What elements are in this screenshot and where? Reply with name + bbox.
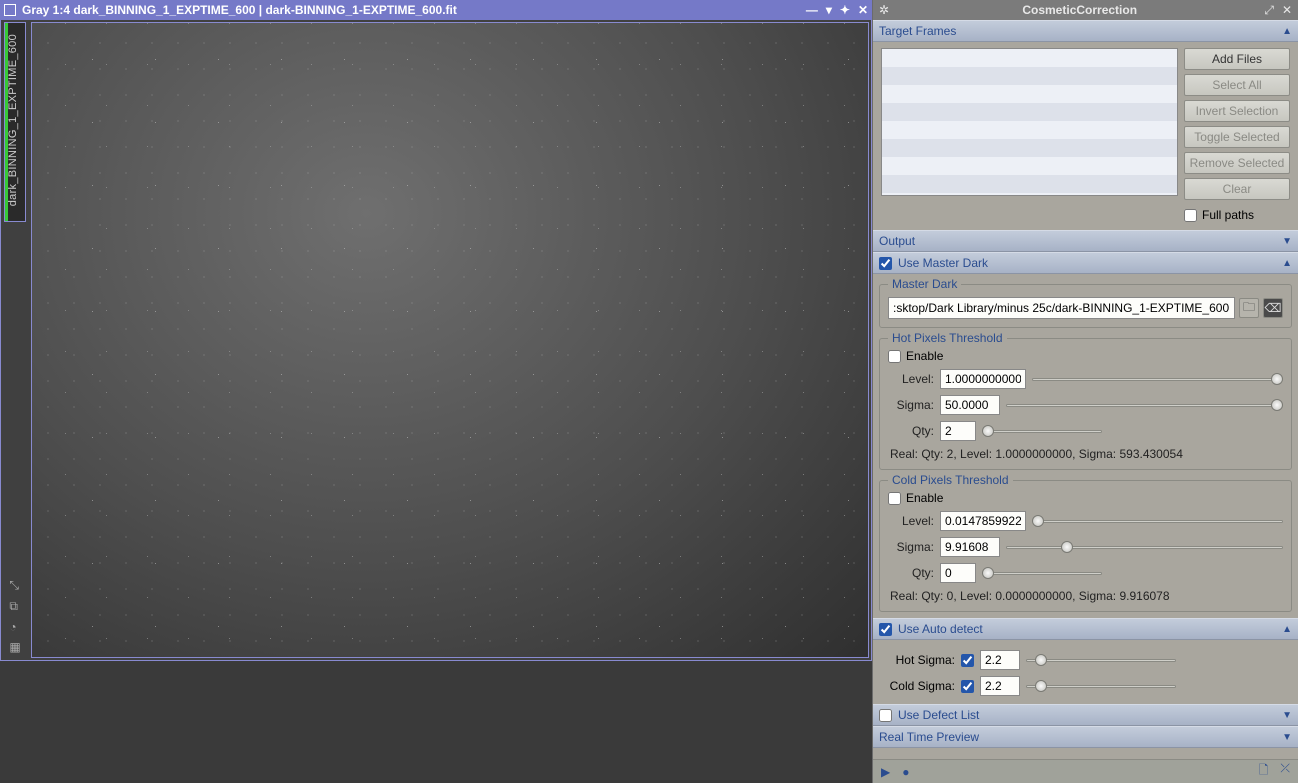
output-label: Output: [879, 234, 1282, 248]
reset-icon[interactable]: ⤫: [1280, 761, 1290, 782]
collapse-up-icon[interactable]: ▲: [1282, 26, 1292, 37]
cold-sigma-label: Sigma:: [888, 540, 934, 554]
rtp-label: Real Time Preview: [879, 730, 1282, 744]
cold-sigma-auto-slider[interactable]: [1026, 679, 1176, 693]
hot-qty-slider[interactable]: [982, 424, 1102, 438]
image-side-strip: dark_BINNING_1_EXPTIME_600 ⤡ ⧉ ◔ ▦: [1, 20, 29, 660]
hot-sigma-auto-input[interactable]: [980, 650, 1020, 670]
info-icon[interactable]: ◔: [9, 620, 20, 634]
hot-sigma-auto-slider[interactable]: [1026, 653, 1176, 667]
master-dark-path-input[interactable]: [888, 297, 1235, 319]
hot-level-label: Level:: [888, 372, 934, 386]
cold-level-label: Level:: [888, 514, 934, 528]
hot-sigma-input[interactable]: [940, 395, 1000, 415]
invert-selection-button[interactable]: Invert Selection: [1184, 100, 1290, 122]
apply-icon[interactable]: ●: [902, 765, 909, 779]
cold-sigma-auto-input[interactable]: [980, 676, 1020, 696]
full-paths-checkbox[interactable]: [1184, 209, 1197, 222]
shade-icon[interactable]: ▾: [826, 3, 832, 17]
section-defect-list[interactable]: Use Defect List ▼: [873, 704, 1298, 726]
defect-list-checkbox[interactable]: [879, 709, 892, 722]
use-master-dark-label: Use Master Dark: [898, 256, 1282, 270]
clear-path-icon[interactable]: ⌫: [1263, 298, 1283, 318]
new-instance-icon[interactable]: ▶: [881, 765, 890, 779]
cold-enable-checkbox[interactable]: [888, 492, 901, 505]
cold-qty-slider[interactable]: [982, 566, 1102, 580]
cold-sigma-auto-checkbox[interactable]: [961, 680, 974, 693]
hot-qty-label: Qty:: [888, 424, 934, 438]
section-auto-detect[interactable]: Use Auto detect ▲: [873, 618, 1298, 640]
panel-close-icon[interactable]: ✕: [1282, 3, 1292, 18]
cold-sigma-slider[interactable]: [1006, 540, 1283, 554]
hot-sigma-auto-label: Hot Sigma:: [881, 653, 955, 667]
select-all-button[interactable]: Select All: [1184, 74, 1290, 96]
panel-title: CosmeticCorrection: [895, 3, 1264, 17]
cold-qty-label: Qty:: [888, 566, 934, 580]
image-canvas[interactable]: [31, 22, 869, 658]
panel-title-bar[interactable]: ✲ CosmeticCorrection ⤢ ✕: [873, 0, 1298, 20]
expand-down-icon[interactable]: ▼: [1282, 732, 1292, 743]
close-icon[interactable]: ✕: [858, 3, 868, 17]
folder-icon[interactable]: 🗀: [1239, 298, 1259, 318]
hot-sigma-auto-checkbox[interactable]: [961, 654, 974, 667]
crop-icon[interactable]: ⧉: [9, 599, 20, 614]
maximize-icon[interactable]: ✦: [840, 3, 850, 17]
auto-detect-label: Use Auto detect: [898, 622, 1282, 636]
hot-level-slider[interactable]: [1032, 372, 1283, 386]
target-frames-label: Target Frames: [879, 24, 1282, 38]
remove-selected-button[interactable]: Remove Selected: [1184, 152, 1290, 174]
panel-footer: ▶ ● 🗋 ⤫: [873, 759, 1298, 783]
hot-pixels-group-title: Hot Pixels Threshold: [888, 331, 1007, 345]
image-title-bar[interactable]: Gray 1:4 dark_BINNING_1_EXPTIME_600 | da…: [0, 0, 872, 20]
process-panel: ✲ CosmeticCorrection ⤢ ✕ Target Frames ▲…: [872, 0, 1298, 783]
hot-sigma-label: Sigma:: [888, 398, 934, 412]
cold-pixels-group-title: Cold Pixels Threshold: [888, 473, 1013, 487]
hot-enable-checkbox[interactable]: [888, 350, 901, 363]
panel-shade-icon[interactable]: ⤢: [1264, 3, 1274, 18]
image-window: Gray 1:4 dark_BINNING_1_EXPTIME_600 | da…: [0, 0, 872, 661]
cold-sigma-auto-label: Cold Sigma:: [881, 679, 955, 693]
section-use-master-dark[interactable]: Use Master Dark ▲: [873, 252, 1298, 274]
section-target-frames[interactable]: Target Frames ▲: [873, 20, 1298, 42]
view-label: dark_BINNING_1_EXPTIME_600: [7, 34, 19, 206]
hot-enable-label: Enable: [906, 349, 943, 363]
expand-icon[interactable]: ⤡: [9, 578, 20, 593]
image-title: Gray 1:4 dark_BINNING_1_EXPTIME_600 | da…: [22, 3, 806, 17]
target-frames-list[interactable]: [881, 48, 1178, 196]
cold-qty-input[interactable]: [940, 563, 976, 583]
section-rtp[interactable]: Real Time Preview ▼: [873, 726, 1298, 748]
collapse-up-icon[interactable]: ▲: [1282, 258, 1292, 269]
auto-detect-checkbox[interactable]: [879, 623, 892, 636]
full-paths-label: Full paths: [1202, 208, 1254, 222]
gear-icon[interactable]: ✲: [879, 3, 889, 17]
minimize-icon[interactable]: —: [806, 3, 818, 17]
cold-enable-label: Enable: [906, 491, 943, 505]
hot-level-input[interactable]: [940, 369, 1026, 389]
cold-level-input[interactable]: [940, 511, 1026, 531]
grid-icon[interactable]: ▦: [9, 640, 20, 654]
cold-level-slider[interactable]: [1032, 514, 1283, 528]
add-files-button[interactable]: Add Files: [1184, 48, 1290, 70]
collapse-up-icon[interactable]: ▲: [1282, 624, 1292, 635]
master-dark-group-title: Master Dark: [888, 277, 961, 291]
toggle-selected-button[interactable]: Toggle Selected: [1184, 126, 1290, 148]
doc-icon[interactable]: 🗋: [1259, 761, 1269, 782]
use-master-dark-checkbox[interactable]: [879, 257, 892, 270]
hot-sigma-slider[interactable]: [1006, 398, 1283, 412]
window-icon: [4, 4, 16, 16]
section-output[interactable]: Output ▼: [873, 230, 1298, 252]
hot-real-info: Real: Qty: 2, Level: 1.0000000000, Sigma…: [888, 447, 1283, 461]
defect-list-label: Use Defect List: [898, 708, 1282, 722]
hot-qty-input[interactable]: [940, 421, 976, 441]
expand-down-icon[interactable]: ▼: [1282, 236, 1292, 247]
cold-sigma-input[interactable]: [940, 537, 1000, 557]
expand-down-icon[interactable]: ▼: [1282, 710, 1292, 721]
cold-real-info: Real: Qty: 0, Level: 0.0000000000, Sigma…: [888, 589, 1283, 603]
clear-button[interactable]: Clear: [1184, 178, 1290, 200]
